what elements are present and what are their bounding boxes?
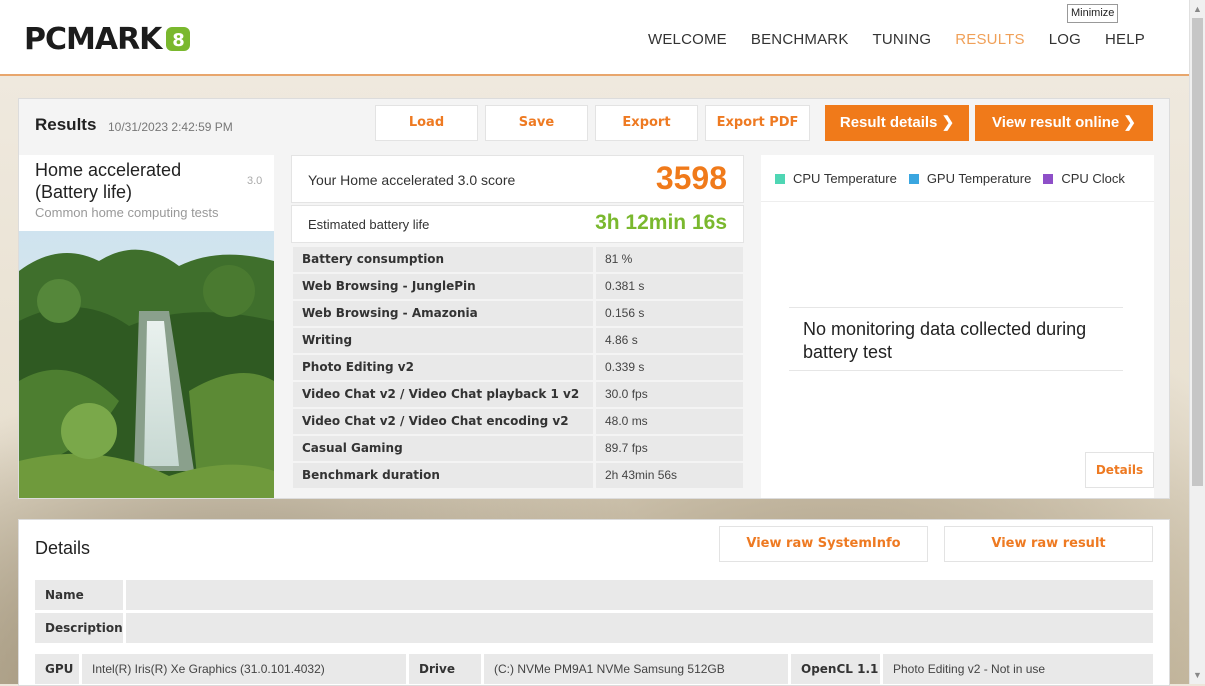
monitoring-details-button[interactable]: Details [1085, 452, 1154, 488]
chevron-right-icon: ❯ [1123, 114, 1136, 131]
metric-name: Benchmark duration [293, 463, 593, 488]
metric-row: Video Chat v2 / Video Chat encoding v2 48… [293, 409, 743, 434]
detail-row-description: Description [35, 613, 1153, 643]
result-details-label: Result details [839, 114, 938, 131]
nav-benchmark[interactable]: BENCHMARK [739, 31, 861, 48]
metric-row: Battery consumption 81 % [293, 247, 743, 272]
monitoring-panel: CPU Temperature GPU Temperature CPU Cloc… [761, 155, 1154, 498]
metric-value: 48.0 ms [596, 409, 743, 434]
view-raw-result-button[interactable]: View raw result [944, 526, 1153, 562]
metric-row: Benchmark duration 2h 43min 56s [293, 463, 743, 488]
metric-row: Web Browsing - Amazonia 0.156 s [293, 301, 743, 326]
scroll-up-arrow-icon[interactable]: ▲ [1190, 2, 1205, 16]
battery-life-box: Estimated battery life 3h 12min 16s [291, 205, 744, 243]
metric-value: 0.339 s [596, 355, 743, 380]
metric-value: 89.7 fps [596, 436, 743, 461]
hardware-value-drive: (C:) NVMe PM9A1 NVMe Samsung 512GB [484, 654, 788, 684]
nav-tuning[interactable]: TUNING [861, 31, 944, 48]
minimize-tooltip: Minimize [1067, 4, 1119, 23]
hardware-key-opencl: OpenCL 1.1 [791, 654, 880, 684]
metric-row: Photo Editing v2 0.339 s [293, 355, 743, 380]
metric-name: Video Chat v2 / Video Chat playback 1 v2 [293, 382, 593, 407]
score-value: 3598 [655, 160, 727, 196]
nav-log[interactable]: LOG [1037, 31, 1093, 48]
svg-text:8: 8 [173, 30, 185, 51]
details-panel: Details View raw SystemInfo View raw res… [18, 519, 1170, 686]
metric-row: Casual Gaming 89.7 fps [293, 436, 743, 461]
scroll-down-arrow-icon[interactable]: ▼ [1190, 668, 1205, 682]
metric-name: Writing [293, 328, 593, 353]
metric-row: Writing 4.86 s [293, 328, 743, 353]
monitoring-legend: CPU Temperature GPU Temperature CPU Cloc… [775, 171, 1125, 186]
metric-value: 81 % [596, 247, 743, 272]
nav-welcome[interactable]: WELCOME [636, 31, 739, 48]
divider [761, 201, 1154, 202]
detail-key: Description [35, 613, 123, 643]
hardware-key-drive: Drive [409, 654, 481, 684]
metric-value: 30.0 fps [596, 382, 743, 407]
metric-name: Web Browsing - JunglePin [293, 274, 593, 299]
hardware-value-opencl: Photo Editing v2 - Not in use [883, 654, 1153, 684]
hardware-row: GPU Intel(R) Iris(R) Xe Graphics (31.0.1… [35, 654, 1153, 684]
pcmark-logo: PCMARK 8 [24, 22, 191, 57]
score-box: Your Home accelerated 3.0 score 3598 [291, 155, 744, 203]
score-label: Your Home accelerated 3.0 score [308, 172, 516, 188]
metric-value: 0.381 s [596, 274, 743, 299]
results-panel: Results 10/31/2023 2:42:59 PM Load Save … [18, 98, 1170, 499]
export-button[interactable]: Export [595, 105, 698, 141]
test-version: 3.0 [247, 175, 263, 187]
pcmark-8-badge-icon: 8 [166, 27, 191, 51]
legend-cpu-temperature[interactable]: CPU Temperature [775, 171, 897, 186]
metric-name: Web Browsing - Amazonia [293, 301, 593, 326]
test-name: Home accelerated (Battery life) [35, 160, 182, 202]
metric-value: 4.86 s [596, 328, 743, 353]
view-raw-systeminfo-button[interactable]: View raw SystemInfo [719, 526, 928, 562]
view-online-label: View result online [991, 114, 1120, 131]
results-date: 10/31/2023 2:42:59 PM [108, 120, 233, 134]
test-thumbnail-image [19, 231, 274, 498]
legend-swatch [1043, 173, 1054, 184]
scroll-thumb[interactable] [1192, 18, 1203, 486]
detail-key: Name [35, 580, 123, 610]
main-nav: WELCOME BENCHMARK TUNING RESULTS LOG HEL… [636, 31, 1157, 48]
nav-results[interactable]: RESULTS [943, 31, 1036, 48]
save-button[interactable]: Save [485, 105, 588, 141]
export-pdf-button[interactable]: Export PDF [705, 105, 810, 141]
details-title: Details [35, 538, 91, 558]
no-monitoring-data-message: No monitoring data collected during batt… [789, 307, 1123, 371]
metric-row: Video Chat v2 / Video Chat playback 1 v2… [293, 382, 743, 407]
app-header: PCMARK 8 WELCOME BENCHMARK TUNING RESULT… [0, 0, 1190, 76]
metric-value: 2h 43min 56s [596, 463, 743, 488]
load-button[interactable]: Load [375, 105, 478, 141]
metric-name: Casual Gaming [293, 436, 593, 461]
metrics-table: Battery consumption 81 % Web Browsing - J… [293, 247, 743, 490]
result-details-button[interactable]: Result details ❯ [825, 105, 969, 141]
nav-help[interactable]: HELP [1093, 31, 1157, 48]
detail-row-name: Name [35, 580, 1153, 610]
detail-value [126, 580, 1153, 610]
metric-name: Battery consumption [293, 247, 593, 272]
hardware-value-gpu: Intel(R) Iris(R) Xe Graphics (31.0.101.4… [82, 654, 406, 684]
detail-value [126, 613, 1153, 643]
legend-swatch [908, 173, 919, 184]
test-info: Home accelerated (Battery life) 3.0 Comm… [19, 155, 274, 498]
metric-row: Web Browsing - JunglePin 0.381 s [293, 274, 743, 299]
legend-cpu-clock[interactable]: CPU Clock [1043, 171, 1125, 186]
vertical-scrollbar[interactable]: ▲ ▼ [1189, 0, 1205, 684]
legend-gpu-temperature[interactable]: GPU Temperature [908, 171, 1031, 186]
test-subtitle: Common home computing tests [35, 205, 219, 220]
metric-value: 0.156 s [596, 301, 743, 326]
results-title: Results [35, 115, 97, 134]
metric-name: Video Chat v2 / Video Chat encoding v2 [293, 409, 593, 434]
hardware-key-gpu: GPU [35, 654, 79, 684]
battery-life-label: Estimated battery life [308, 217, 430, 232]
chevron-right-icon: ❯ [941, 114, 955, 131]
metric-name: Photo Editing v2 [293, 355, 593, 380]
legend-swatch [775, 173, 785, 184]
battery-life-value: 3h 12min 16s [595, 211, 727, 234]
view-online-button[interactable]: View result online ❯ [975, 105, 1153, 141]
